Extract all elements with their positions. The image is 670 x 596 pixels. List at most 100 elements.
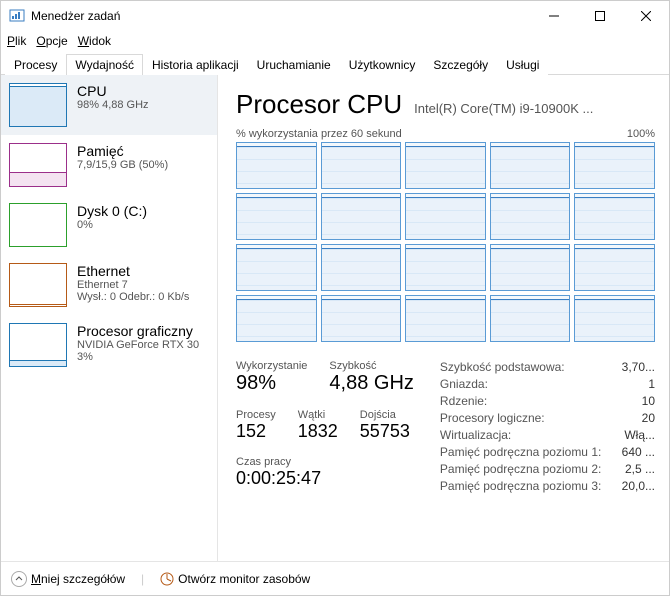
- sidebar-item-sub: 98% 4,88 GHz: [77, 99, 149, 111]
- core-chart: [236, 244, 317, 291]
- util-value: 98%: [236, 372, 307, 395]
- chart-caption-left: % wykorzystania przez 60 sekund: [236, 128, 402, 140]
- core-chart: [490, 295, 571, 342]
- detail-val: 20: [616, 411, 655, 425]
- core-chart: [405, 193, 486, 240]
- main-panel: Procesor CPU Intel(R) Core(TM) i9-10900K…: [218, 75, 669, 561]
- sidebar: CPU 98% 4,88 GHz Pamięć 7,9/15,9 GB (50%…: [1, 75, 218, 561]
- cpu-thumb: [9, 83, 67, 127]
- detail-val: 2,5 ...: [616, 462, 655, 476]
- core-chart: [574, 193, 655, 240]
- detail-val: 640 ...: [616, 445, 655, 459]
- tab-app-history[interactable]: Historia aplikacji: [143, 54, 248, 75]
- procs-label: Procesy: [236, 409, 276, 421]
- sidebar-item-ethernet[interactable]: Ethernet Ethernet 7 Wysł.: 0 Odebr.: 0 K…: [1, 255, 217, 315]
- core-chart: [574, 295, 655, 342]
- content: CPU 98% 4,88 GHz Pamięć 7,9/15,9 GB (50%…: [1, 75, 669, 561]
- gpu-thumb: [9, 323, 67, 367]
- cpu-details: Szybkość podstawowa: 3,70... Gniazda: 1 Rd…: [440, 360, 655, 493]
- chart-caption-right: 100%: [627, 128, 655, 140]
- sidebar-item-label: Ethernet: [77, 263, 189, 279]
- sidebar-item-memory[interactable]: Pamięć 7,9/15,9 GB (50%): [1, 135, 217, 195]
- detail-key: Pamięć podręczna poziomu 3:: [440, 479, 607, 493]
- menu-file[interactable]: Plik: [7, 34, 26, 48]
- core-chart: [574, 244, 655, 291]
- speed-value: 4,88 GHz: [329, 372, 413, 395]
- core-chart: [236, 142, 317, 189]
- sidebar-item-label: Dysk 0 (C:): [77, 203, 147, 219]
- threads-value: 1832: [298, 421, 338, 442]
- tabstrip: Procesy Wydajność Historia aplikacji Uru…: [1, 51, 669, 75]
- core-chart: [405, 295, 486, 342]
- detail-val: 3,70...: [616, 360, 655, 374]
- sidebar-item-cpu[interactable]: CPU 98% 4,88 GHz: [1, 75, 217, 135]
- chevron-up-icon: [11, 571, 27, 587]
- detail-key: Procesory logiczne:: [440, 411, 607, 425]
- detail-key: Gniazda:: [440, 377, 607, 391]
- uptime-label: Czas pracy: [236, 456, 414, 468]
- tab-users[interactable]: Użytkownicy: [340, 54, 425, 75]
- sidebar-item-sub: 3%: [77, 351, 199, 363]
- handles-value: 55753: [360, 421, 410, 442]
- core-chart: [236, 295, 317, 342]
- core-chart: [490, 142, 571, 189]
- sidebar-item-label: CPU: [77, 83, 149, 99]
- detail-val: 20,0...: [616, 479, 655, 493]
- uptime-value: 0:00:25:47: [236, 468, 414, 489]
- tab-details[interactable]: Szczegóły: [424, 54, 497, 75]
- close-button[interactable]: [623, 1, 669, 31]
- procs-value: 152: [236, 421, 276, 442]
- util-label: Wykorzystanie: [236, 360, 307, 372]
- detail-key: Rdzenie:: [440, 394, 607, 408]
- core-chart: [405, 142, 486, 189]
- core-chart: [321, 142, 402, 189]
- page-title: Procesor CPU: [236, 89, 402, 120]
- sidebar-item-label: Procesor graficzny: [77, 323, 199, 339]
- detail-val: 1: [616, 377, 655, 391]
- detail-key: Szybkość podstawowa:: [440, 360, 607, 374]
- app-icon: [9, 8, 25, 24]
- core-chart: [321, 295, 402, 342]
- sidebar-item-disk[interactable]: Dysk 0 (C:) 0%: [1, 195, 217, 255]
- sidebar-item-sub: NVIDIA GeForce RTX 30: [77, 339, 199, 351]
- cpu-core-grid[interactable]: [236, 142, 655, 342]
- handles-label: Dojścia: [360, 409, 410, 421]
- detail-key: Pamięć podręczna poziomu 1:: [440, 445, 607, 459]
- core-chart: [321, 193, 402, 240]
- sidebar-item-gpu[interactable]: Procesor graficzny NVIDIA GeForce RTX 30…: [1, 315, 217, 375]
- sidebar-item-sub: 0%: [77, 219, 147, 231]
- resmon-label: Otwórz monitor zasobów: [178, 572, 310, 586]
- tab-services[interactable]: Usługi: [497, 54, 548, 75]
- menu-view[interactable]: Widok: [78, 34, 111, 48]
- maximize-button[interactable]: [577, 1, 623, 31]
- sidebar-item-sub: 7,9/15,9 GB (50%): [77, 159, 168, 171]
- resmon-icon: [160, 572, 174, 586]
- tab-processes[interactable]: Procesy: [5, 54, 66, 75]
- sidebar-item-sub: Ethernet 7: [77, 279, 189, 291]
- core-chart: [321, 244, 402, 291]
- menubar: Plik Opcje Widok: [1, 31, 669, 51]
- core-chart: [236, 193, 317, 240]
- detail-val: Włą...: [616, 428, 655, 442]
- minimize-button[interactable]: [531, 1, 577, 31]
- footer: Mniej szczegółów | Otwórz monitor zasobó…: [1, 561, 669, 595]
- mem-thumb: [9, 143, 67, 187]
- speed-label: Szybkość: [329, 360, 413, 372]
- titlebar: Menedżer zadań: [1, 1, 669, 31]
- tab-performance[interactable]: Wydajność: [66, 54, 143, 75]
- detail-key: Wirtualizacja:: [440, 428, 607, 442]
- sidebar-item-label: Pamięć: [77, 143, 168, 159]
- tab-startup[interactable]: Uruchamianie: [248, 54, 340, 75]
- separator: |: [141, 572, 144, 586]
- disk-thumb: [9, 203, 67, 247]
- detail-val: 10: [616, 394, 655, 408]
- fewer-details-link[interactable]: Mniej szczegółów: [11, 571, 125, 587]
- core-chart: [490, 244, 571, 291]
- open-resmon-link[interactable]: Otwórz monitor zasobów: [160, 572, 310, 586]
- menu-options[interactable]: Opcje: [36, 34, 67, 48]
- cpu-model: Intel(R) Core(TM) i9-10900K ...: [414, 101, 593, 116]
- threads-label: Wątki: [298, 409, 338, 421]
- window-title: Menedżer zadań: [31, 9, 120, 23]
- detail-key: Pamięć podręczna poziomu 2:: [440, 462, 607, 476]
- sidebar-item-sub: Wysł.: 0 Odebr.: 0 Kb/s: [77, 291, 189, 303]
